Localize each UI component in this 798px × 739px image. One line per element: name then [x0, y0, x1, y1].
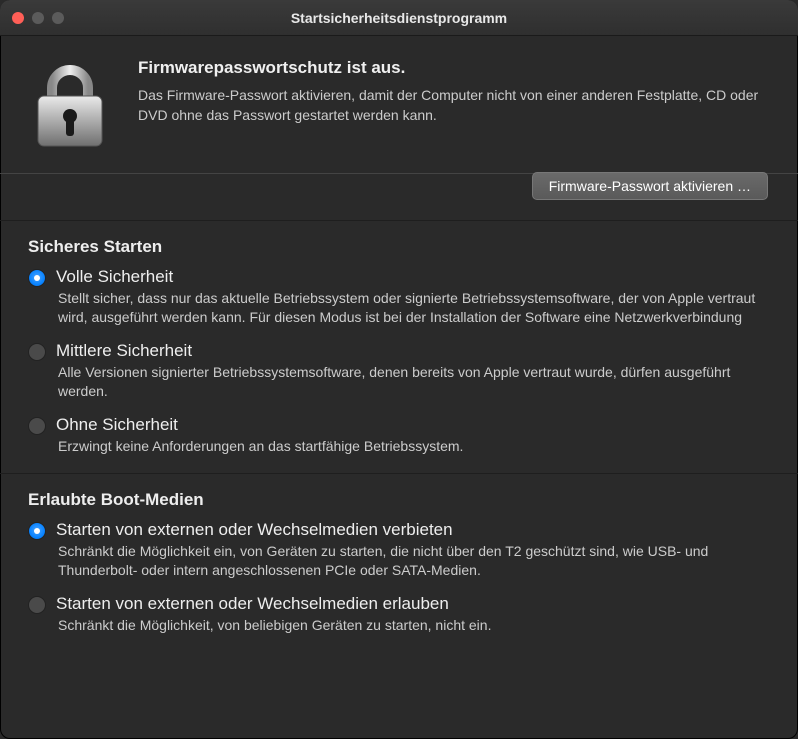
radio-full-security[interactable]: Volle Sicherheit Stellt sicher, dass nur…: [28, 267, 770, 327]
radio-allow-external[interactable]: Starten von externen oder Wechselmedien …: [28, 594, 770, 635]
radio-disallow-external[interactable]: Starten von externen oder Wechselmedien …: [28, 520, 770, 580]
radio-label: Ohne Sicherheit: [56, 415, 770, 435]
secure-boot-section: Sicheres Starten Volle Sicherheit Stellt…: [0, 221, 798, 474]
content: Firmwarepasswortschutz ist aus. Das Firm…: [0, 36, 798, 653]
secure-boot-title: Sicheres Starten: [28, 237, 770, 257]
titlebar: Startsicherheitsdienstprogramm: [0, 0, 798, 36]
radio-label: Mittlere Sicherheit: [56, 341, 770, 361]
radio-no-security[interactable]: Ohne Sicherheit Erzwingt keine Anforderu…: [28, 415, 770, 456]
window-title: Startsicherheitsdienstprogramm: [0, 10, 798, 26]
radio-text: Volle Sicherheit Stellt sicher, dass nur…: [56, 267, 770, 327]
radio-indicator: [28, 417, 46, 435]
radio-indicator: [28, 596, 46, 614]
zoom-button[interactable]: [52, 12, 64, 24]
radio-description: Erzwingt keine Anforderungen an das star…: [56, 437, 770, 456]
radio-description: Alle Versionen signierter Betriebssystem…: [56, 363, 770, 401]
radio-medium-security[interactable]: Mittlere Sicherheit Alle Versionen signi…: [28, 341, 770, 401]
radio-label: Starten von externen oder Wechselmedien …: [56, 594, 770, 614]
radio-text: Mittlere Sicherheit Alle Versionen signi…: [56, 341, 770, 401]
close-button[interactable]: [12, 12, 24, 24]
radio-description: Schränkt die Möglichkeit ein, von Geräte…: [56, 542, 770, 580]
firmware-section: Firmwarepasswortschutz ist aus. Das Firm…: [0, 36, 798, 174]
boot-media-title: Erlaubte Boot-Medien: [28, 490, 770, 510]
firmware-button-row: Firmware-Passwort aktivieren …: [0, 172, 798, 221]
radio-indicator: [28, 343, 46, 361]
radio-indicator: [28, 522, 46, 540]
firmware-heading: Firmwarepasswortschutz ist aus.: [138, 58, 770, 78]
firmware-description: Das Firmware-Passwort aktivieren, damit …: [138, 86, 770, 125]
minimize-button[interactable]: [32, 12, 44, 24]
traffic-lights: [0, 12, 64, 24]
radio-label: Volle Sicherheit: [56, 267, 770, 287]
radio-label: Starten von externen oder Wechselmedien …: [56, 520, 770, 540]
boot-media-section: Erlaubte Boot-Medien Starten von externe…: [0, 474, 798, 653]
radio-text: Starten von externen oder Wechselmedien …: [56, 520, 770, 580]
enable-firmware-password-button[interactable]: Firmware-Passwort aktivieren …: [532, 172, 768, 200]
radio-text: Starten von externen oder Wechselmedien …: [56, 594, 770, 635]
lock-icon: [28, 58, 116, 155]
window: Startsicherheitsdienstprogramm: [0, 0, 798, 739]
radio-description: Stellt sicher, dass nur das aktuelle Bet…: [56, 289, 770, 327]
firmware-text: Firmwarepasswortschutz ist aus. Das Firm…: [138, 58, 770, 155]
radio-indicator: [28, 269, 46, 287]
radio-description: Schränkt die Möglichkeit, von beliebigen…: [56, 616, 770, 635]
radio-text: Ohne Sicherheit Erzwingt keine Anforderu…: [56, 415, 770, 456]
